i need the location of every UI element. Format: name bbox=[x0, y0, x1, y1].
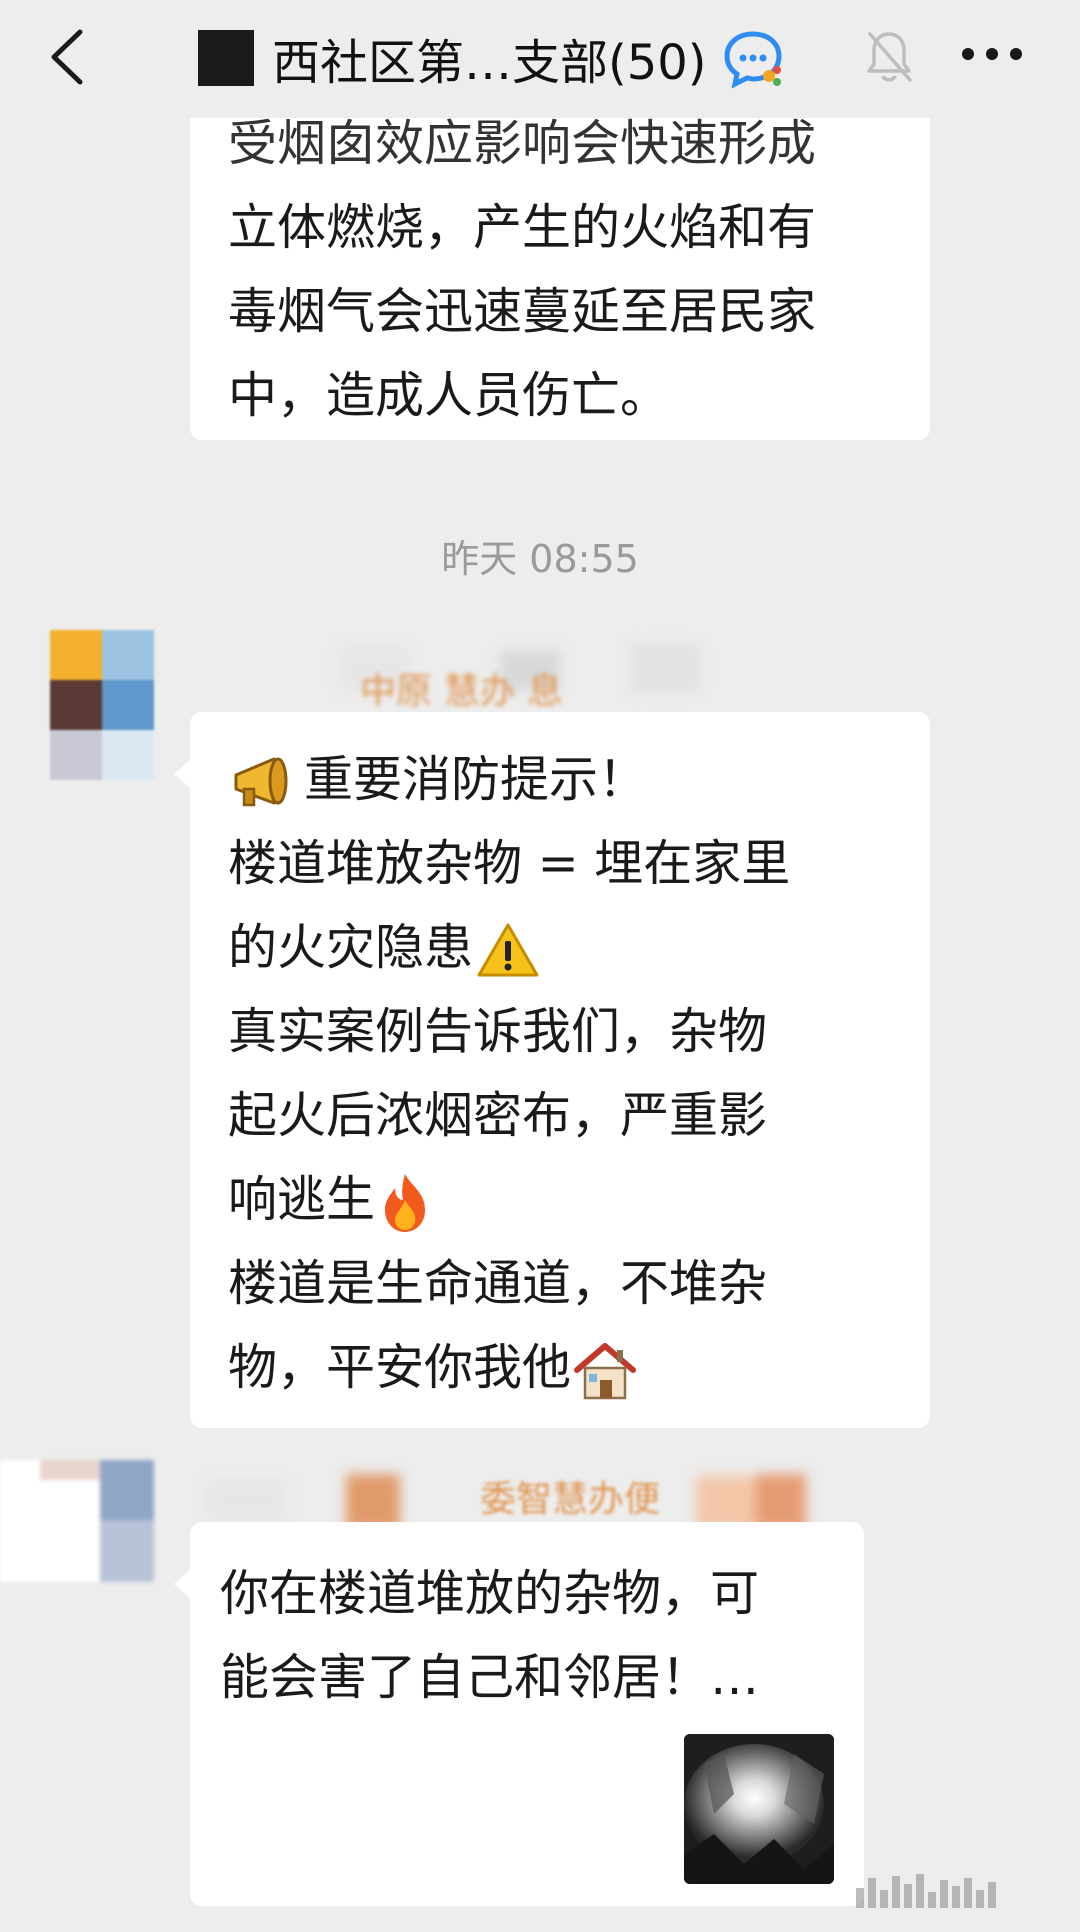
message-bubble-3[interactable]: 你在楼道堆放的杂物，可 能会害了自己和邻居！… bbox=[174, 1522, 864, 1906]
message-text: 物，平安你我他 bbox=[228, 1339, 572, 1396]
message-line: 你在楼道堆放的杂物，可 bbox=[220, 1565, 760, 1622]
message-bubble-2[interactable]: 重要消防提示！ 楼道堆放杂物 = 埋在家里 的火灾隐患 真实案例告诉我们，杂物 … bbox=[174, 712, 930, 1428]
message-line: 楼道堆放杂物 = 埋在家里 bbox=[228, 835, 791, 892]
message-line: 物，平安你我他 bbox=[228, 1326, 930, 1410]
message-line: 起火后浓烟密布，严重影 bbox=[228, 1087, 768, 1144]
chat-header: 西社区第…支部(50) bbox=[0, 0, 1080, 118]
warning-emoji bbox=[477, 923, 539, 976]
timestamp: 昨天 08:55 bbox=[441, 537, 639, 581]
message-line: 毒烟气会迅速蔓延至居民家 bbox=[228, 283, 817, 340]
message-line: 能会害了自己和邻居！… bbox=[220, 1649, 760, 1706]
chat-title-text: 西社区第…支部(50) bbox=[272, 35, 707, 91]
redaction-block bbox=[198, 30, 254, 86]
sender-name: 中原 慧办 息 bbox=[360, 671, 563, 712]
chat-screen: 受烟囱效应影响会快速形成 立体燃烧，产生的火焰和有 毒烟气会迅速蔓延至居民家 中… bbox=[0, 0, 1080, 1932]
message-line: 的火灾隐患 bbox=[228, 906, 930, 990]
house-emoji bbox=[574, 1342, 637, 1399]
message-text: 重要消防提示！ bbox=[304, 751, 648, 808]
avatar[interactable] bbox=[50, 630, 154, 780]
bubble-tail bbox=[174, 1570, 190, 1598]
message-line: 立体燃烧，产生的火焰和有 bbox=[228, 199, 817, 256]
avatar[interactable] bbox=[0, 1460, 154, 1582]
bubble-tail bbox=[174, 760, 190, 788]
message-line: 响逃生 bbox=[228, 1158, 930, 1242]
message-text: 的火灾隐患 bbox=[228, 919, 474, 976]
megaphone-emoji bbox=[234, 757, 288, 806]
message-line: 中，造成人员伤亡。 bbox=[228, 367, 670, 424]
chevron-left-icon[interactable] bbox=[40, 22, 100, 92]
fire-emoji bbox=[385, 1173, 426, 1232]
message-line: 真实案例告诉我们，杂物 bbox=[228, 1003, 768, 1060]
message-text: 响逃生 bbox=[228, 1171, 376, 1228]
message-line: 楼道是生命通道，不堆杂 bbox=[228, 1255, 768, 1312]
bell-muted-icon[interactable] bbox=[862, 26, 916, 86]
chat-title[interactable]: 西社区第…支部(50) bbox=[198, 22, 785, 94]
watermark bbox=[856, 1872, 1056, 1908]
sender-name: 委智慧办便 bbox=[480, 1479, 661, 1520]
more-dots-icon[interactable] bbox=[962, 44, 1022, 64]
message-line: 重要消防提示！ bbox=[228, 738, 930, 822]
fire-scene-thumbnail[interactable] bbox=[684, 1734, 834, 1884]
message-bubble-1[interactable]: 受烟囱效应影响会快速形成 立体燃烧，产生的火焰和有 毒烟气会迅速蔓延至居民家 中… bbox=[190, 80, 930, 440]
group-chat-badge-icon bbox=[724, 31, 782, 89]
